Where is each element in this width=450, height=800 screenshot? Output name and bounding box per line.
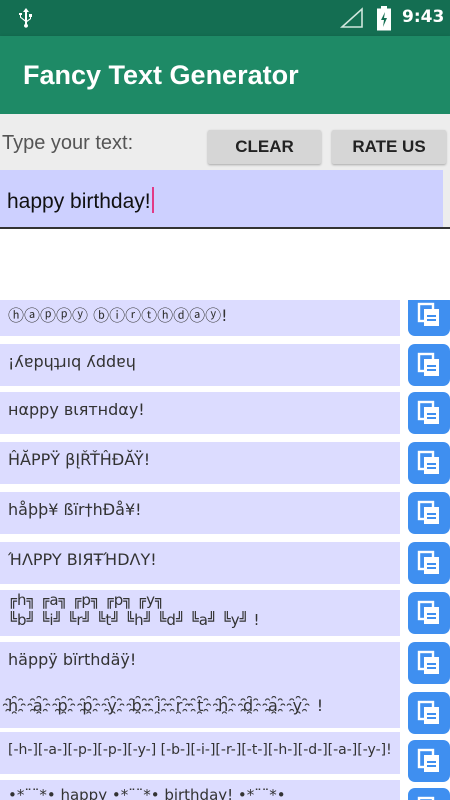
result-text: ¡ʎɐpɥʇɹıq ʎddɐɥ: [8, 352, 136, 371]
input-panel: Type your text: CLEAR RATE US happy birt…: [0, 114, 450, 228]
copy-button[interactable]: [408, 442, 450, 484]
result-row: ĤĂРРŸ βĮŘŤĤĐĂŸ!: [0, 442, 450, 492]
copy-icon: [417, 796, 435, 800]
battery-icon: [377, 6, 391, 31]
status-time: 9:43: [402, 7, 445, 27]
result-cell[interactable]: ¡ʎɐpɥʇɹıq ʎddɐɥ: [0, 344, 400, 386]
result-row: ΉΛPPY BIЯŦΉDΛY!: [0, 542, 450, 592]
result-text: •*¨¨*• happy •*¨¨*• birthday! •*¨¨*•: [8, 786, 286, 800]
text-input-content: happy birthday!: [7, 190, 151, 213]
copy-icon: [417, 450, 439, 474]
result-text: ΉΛPPY BIЯŦΉDΛY!: [8, 550, 157, 569]
result-row: ╔h╗ ╔a╗ ╔p╗ ╔p╗ ╔y╗ ╚b╝ ╚i╝ ╚r╝ ╚t╝ ╚h╝ …: [0, 590, 450, 640]
copy-button[interactable]: [408, 344, 450, 386]
result-text: ĤĂРРŸ βĮŘŤĤĐĂŸ!: [8, 450, 151, 469]
results-list[interactable]: ⓗⓐⓟⓟⓨ ⓑⓘⓡⓣⓗⓓⓐⓨ! ¡ʎɐpɥʇɹıq ʎddɐɥ нαррy вι…: [0, 300, 450, 800]
result-cell[interactable]: häppÿ bïrthdäÿ!: [0, 642, 400, 684]
copy-button[interactable]: [408, 392, 450, 434]
app-title: Fancy Text Generator: [23, 60, 299, 90]
result-row: ⓗⓐⓟⓟⓨ ⓑⓘⓡⓣⓗⓓⓐⓨ!: [0, 300, 450, 344]
result-row: håþþ¥ ßïr†hÐå¥!: [0, 492, 450, 542]
result-cell[interactable]: [-h-][-a-][-p-][-p-][-y-] [-b-][-i-][-r-…: [0, 732, 400, 774]
copy-icon: [417, 550, 439, 574]
copy-icon: [417, 352, 439, 376]
copy-button[interactable]: [408, 740, 450, 782]
result-cell[interactable]: ĤĂРРŸ βĮŘŤĤĐĂŸ!: [0, 442, 400, 484]
result-row: ¡ʎɐpɥʇɹıq ʎddɐɥ: [0, 344, 450, 394]
copy-icon: [417, 600, 439, 624]
copy-button[interactable]: [408, 542, 450, 584]
copy-button[interactable]: [408, 492, 450, 534]
result-text: [-h-][-a-][-p-][-p-][-y-] [-b-][-i-][-r-…: [8, 742, 392, 758]
copy-button[interactable]: [408, 692, 450, 734]
copy-button[interactable]: [408, 788, 450, 800]
result-cell[interactable]: h҈ a҈ p҈ p҈ y҈ b҈ i҈ r҈ t҈ h҈ d҈ a҈ y҈ !: [0, 684, 400, 728]
result-cell[interactable]: ⓗⓐⓟⓟⓨ ⓑⓘⓡⓣⓗⓓⓐⓨ!: [0, 300, 400, 336]
result-text: h҈ a҈ p҈ p҈ y҈ b҈ i҈ r҈ t҈ h҈ d҈ a҈ y҈ !: [8, 696, 325, 715]
result-text: häppÿ bïrthdäÿ!: [8, 650, 137, 669]
copy-icon: [417, 500, 439, 524]
signal-icon: [340, 7, 363, 28]
copy-icon: [417, 400, 439, 424]
text-input[interactable]: happy birthday!: [0, 170, 443, 228]
copy-icon: [417, 650, 439, 674]
result-row: нαррy вιятнdαy!: [0, 392, 450, 442]
result-row: [-h-][-a-][-p-][-p-][-y-] [-b-][-i-][-r-…: [0, 732, 450, 782]
copy-icon: [417, 302, 439, 326]
result-row: •*¨¨*• happy •*¨¨*• birthday! •*¨¨*•: [0, 780, 450, 800]
divider: [0, 227, 450, 229]
result-text: ╔h╗ ╔a╗ ╔p╗ ╔p╗ ╔y╗ ╚b╝ ╚i╝ ╚r╝ ╚t╝ ╚h╝ …: [8, 591, 260, 629]
result-text: håþþ¥ ßïr†hÐå¥!: [8, 500, 142, 519]
copy-icon: [417, 700, 439, 724]
copy-button[interactable]: [408, 300, 450, 336]
result-cell[interactable]: •*¨¨*• happy •*¨¨*• birthday! •*¨¨*•: [0, 780, 400, 800]
result-text: нαррy вιятнdαy!: [8, 400, 145, 419]
result-cell[interactable]: нαррy вιятнdαy!: [0, 392, 400, 434]
copy-icon: [417, 748, 439, 772]
result-row: h҈ a҈ p҈ p҈ y҈ b҈ i҈ r҈ t҈ h҈ d҈ a҈ y҈ !: [0, 684, 450, 734]
result-cell[interactable]: ╔h╗ ╔a╗ ╔p╗ ╔p╗ ╔y╗ ╚b╝ ╚i╝ ╚r╝ ╚t╝ ╚h╝ …: [0, 590, 400, 636]
rate-us-button[interactable]: RATE US: [332, 130, 446, 164]
copy-button[interactable]: [408, 642, 450, 684]
prompt-label: Type your text:: [2, 132, 134, 154]
result-cell[interactable]: ΉΛPPY BIЯŦΉDΛY!: [0, 542, 400, 584]
usb-icon: [19, 8, 32, 28]
text-input-value[interactable]: happy birthday!: [7, 187, 154, 214]
result-cell[interactable]: håþþ¥ ßïr†hÐå¥!: [0, 492, 400, 534]
app-bar: Fancy Text Generator: [0, 36, 450, 114]
clear-button[interactable]: CLEAR: [208, 130, 321, 164]
text-cursor: [151, 187, 154, 213]
result-text: ⓗⓐⓟⓟⓨ ⓑⓘⓡⓣⓗⓓⓐⓨ!: [8, 306, 228, 325]
status-bar: 9:43: [0, 0, 450, 36]
copy-button[interactable]: [408, 592, 450, 634]
